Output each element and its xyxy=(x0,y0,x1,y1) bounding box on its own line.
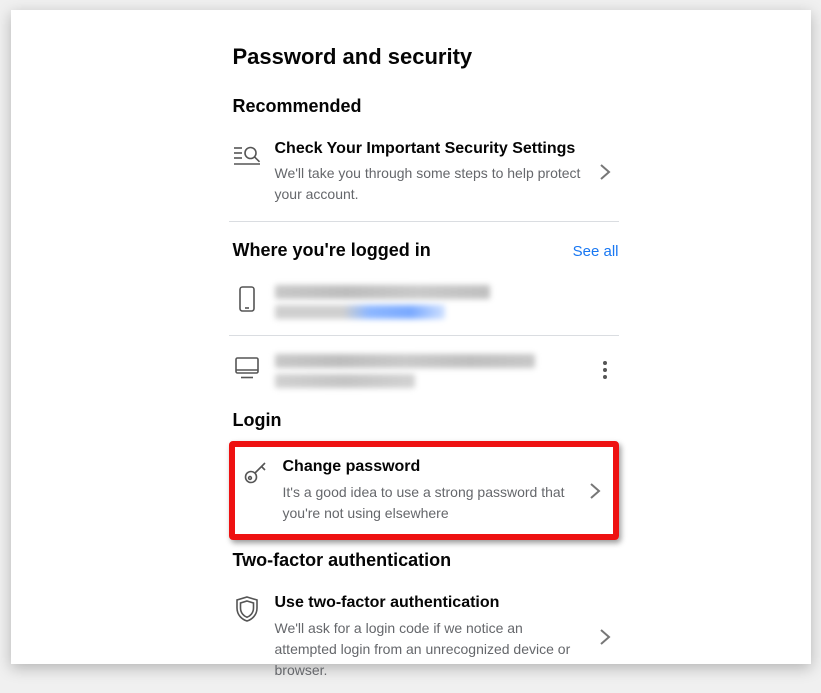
row-body: Use two-factor authentication We'll ask … xyxy=(275,593,581,681)
shield-icon xyxy=(233,595,261,623)
session-row-desktop[interactable] xyxy=(229,340,619,400)
session-details-redacted xyxy=(275,285,615,319)
row-change-password[interactable]: Change password It's a good idea to use … xyxy=(237,449,609,532)
phone-icon xyxy=(233,285,261,313)
desktop-icon xyxy=(233,354,261,382)
row-title: Change password xyxy=(283,457,571,478)
row-body: Check Your Important Security Settings W… xyxy=(275,139,581,206)
row-title: Check Your Important Security Settings xyxy=(275,139,581,160)
divider xyxy=(229,221,619,222)
divider xyxy=(229,335,619,336)
row-subtitle: We'll take you through some steps to hel… xyxy=(275,163,581,205)
section-heading-recommended: Recommended xyxy=(233,96,619,117)
chevron-right-icon xyxy=(595,161,615,183)
chevron-right-icon xyxy=(585,480,605,502)
key-icon xyxy=(241,459,269,487)
see-all-link[interactable]: See all xyxy=(573,243,619,260)
section-heading-logged-in: Where you're logged in xyxy=(233,240,431,261)
section-heading-row: Where you're logged in See all xyxy=(233,240,619,261)
page-title: Password and security xyxy=(233,44,619,70)
section-heading-login: Login xyxy=(233,410,619,431)
row-title: Use two-factor authentication xyxy=(275,593,581,614)
content-column: Password and security Recommended Check … xyxy=(229,44,619,693)
section-logged-in: Where you're logged in See all xyxy=(229,226,619,410)
highlight-annotation: Change password It's a good idea to use … xyxy=(229,441,619,540)
more-options-button[interactable] xyxy=(595,360,615,380)
row-subtitle: We'll ask for a login code if we notice … xyxy=(275,618,581,681)
settings-card: Password and security Recommended Check … xyxy=(11,10,811,664)
row-body: Change password It's a good idea to use … xyxy=(283,457,571,524)
row-subtitle: It's a good idea to use a strong passwor… xyxy=(283,482,571,524)
row-two-factor[interactable]: Use two-factor authentication We'll ask … xyxy=(229,581,619,693)
section-heading-two-factor: Two-factor authentication xyxy=(233,550,619,571)
chevron-right-icon xyxy=(595,626,615,648)
session-row-mobile[interactable] xyxy=(229,271,619,331)
row-check-security-settings[interactable]: Check Your Important Security Settings W… xyxy=(229,127,619,218)
session-details-redacted xyxy=(275,354,581,388)
checkup-icon xyxy=(233,141,261,169)
